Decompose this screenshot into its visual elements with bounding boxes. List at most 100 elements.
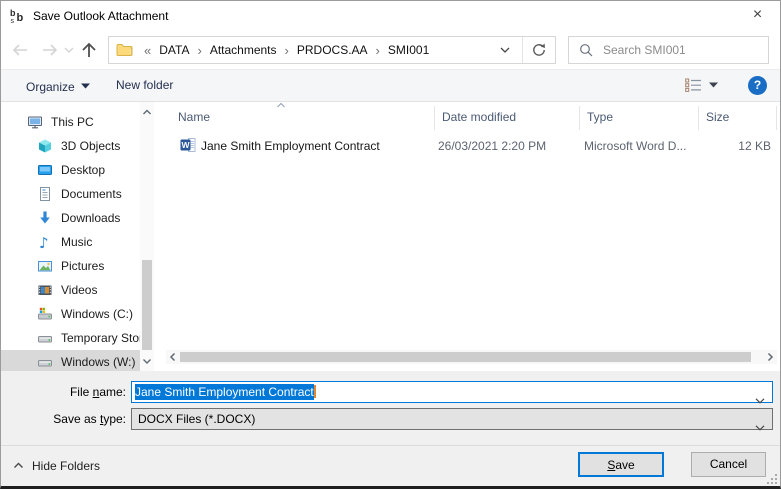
help-button[interactable]: ? (748, 76, 767, 95)
column-header-date-modified[interactable]: Date modified (434, 104, 575, 131)
column-header-size[interactable]: Size (698, 104, 772, 131)
file-name-label: File name: (1, 381, 126, 403)
footer-bar: Hide Folders Save Cancel (1, 445, 780, 486)
3d-objects-icon (37, 138, 53, 154)
horizontal-scrollbar-thumb[interactable] (180, 352, 751, 362)
file-date-cell: 26/03/2021 2:20 PM (438, 135, 578, 158)
sidebar-item-this-pc[interactable]: This PC (1, 110, 140, 134)
sidebar-item-label: This PC (51, 115, 94, 129)
cancel-button[interactable]: Cancel (691, 452, 766, 477)
organize-button[interactable]: Organize (26, 70, 90, 101)
new-folder-button[interactable]: New folder (116, 70, 173, 101)
horizontal-scrollbar[interactable] (166, 350, 777, 364)
details-view-icon (685, 78, 702, 92)
folder-icon (116, 43, 133, 57)
save-button[interactable]: Save (578, 452, 664, 477)
label-text: File (70, 385, 93, 399)
views-button[interactable] (685, 78, 718, 92)
selected-text: Jane Smith Employment Contract (135, 384, 314, 400)
address-dropdown-chevron-icon[interactable] (488, 43, 522, 57)
app-icon: b s b (9, 7, 27, 25)
recent-locations-chevron-icon[interactable] (64, 47, 74, 54)
sidebar-item-label: 3D Objects (61, 139, 120, 153)
breadcrumb-item-data[interactable]: DATA (158, 43, 190, 57)
sidebar-scrollbar-thumb[interactable] (142, 260, 152, 350)
sidebar-item-temporary-storage[interactable]: Temporary Stora (1, 326, 140, 350)
search-placeholder: Search SMI001 (603, 43, 686, 57)
svg-text:b: b (17, 12, 24, 24)
label-text: ype: (103, 412, 126, 426)
svg-text:s: s (11, 18, 15, 25)
sidebar-item-label: Documents (61, 187, 122, 201)
up-icon[interactable] (80, 41, 98, 59)
scroll-down-icon[interactable] (142, 356, 152, 366)
sidebar-item-windows-c[interactable]: Windows (C:) (1, 302, 140, 326)
chevron-up-icon (13, 462, 24, 469)
sidebar-scrollbar[interactable] (140, 102, 154, 371)
sidebar-item-pictures[interactable]: Pictures (1, 254, 140, 278)
search-input[interactable]: Search SMI001 (568, 36, 769, 64)
sidebar-item-label: Videos (61, 283, 97, 297)
word-document-icon: W (180, 137, 196, 153)
breadcrumb-prefix[interactable]: « (137, 43, 158, 58)
forward-icon[interactable] (41, 42, 59, 58)
sidebar-item-downloads[interactable]: Downloads (1, 206, 140, 230)
scroll-right-icon[interactable] (765, 352, 775, 362)
save-as-type-dropdown-icon[interactable] (755, 417, 765, 437)
file-name-input[interactable]: Jane Smith Employment Contract (131, 381, 773, 403)
drive-icon (37, 330, 53, 346)
file-size-cell: 12 KB (698, 135, 771, 158)
file-name-text: Jane Smith Employment Contract (201, 139, 380, 153)
breadcrumb-item-attachments[interactable]: Attachments (209, 43, 278, 57)
sidebar-item-label: Desktop (61, 163, 105, 177)
command-bar: Organize New folder ? (1, 69, 780, 102)
sidebar-item-videos[interactable]: Videos (1, 278, 140, 302)
column-header-type[interactable]: Type (579, 104, 694, 131)
sidebar-item-documents[interactable]: Documents (1, 182, 140, 206)
column-divider[interactable] (776, 106, 777, 130)
save-as-type-select[interactable]: DOCX Files (*.DOCX) (131, 408, 773, 430)
file-type-cell: Microsoft Word D... (584, 135, 696, 158)
navigation-bar: « DATA › Attachments › PRDOCS.AA › SMI00… (1, 31, 780, 69)
sidebar-item-desktop[interactable]: Desktop (1, 158, 140, 182)
label-text: Save as (53, 412, 100, 426)
search-icon (579, 43, 593, 57)
downloads-icon (37, 210, 53, 226)
save-label: ave (615, 458, 634, 472)
videos-icon (37, 282, 53, 298)
file-name-cell[interactable]: W Jane Smith Employment Contract (180, 135, 430, 158)
sidebar-item-3d-objects[interactable]: 3D Objects (1, 134, 140, 158)
sidebar-item-label: Windows (C:) (61, 307, 133, 321)
file-name-dropdown-icon[interactable] (755, 390, 765, 410)
windows-c-drive-icon (37, 306, 53, 322)
pictures-icon (37, 258, 53, 274)
scroll-left-icon[interactable] (168, 352, 178, 362)
breadcrumb-item-prdocs[interactable]: PRDOCS.AA (296, 43, 369, 57)
close-button[interactable]: × (735, 1, 780, 31)
svg-text:b: b (10, 8, 16, 18)
column-header-name[interactable]: Name (170, 104, 430, 131)
selected-type: DOCX Files (*.DOCX) (138, 412, 255, 426)
address-bar[interactable]: « DATA › Attachments › PRDOCS.AA › SMI00… (108, 36, 556, 64)
main-area: This PC 3D Objects Desktop (1, 102, 780, 371)
window-title: Save Outlook Attachment (33, 1, 168, 31)
sidebar-item-label: Windows (W:) (61, 355, 135, 369)
back-icon[interactable] (11, 42, 29, 58)
breadcrumb-separator-icon[interactable]: › (190, 43, 208, 58)
breadcrumb-separator-icon[interactable]: › (369, 43, 387, 58)
desktop-icon (37, 162, 53, 178)
views-dropdown-icon (709, 82, 718, 88)
sidebar-item-label: Music (61, 235, 92, 249)
sidebar-item-windows-w[interactable]: Windows (W:) (1, 350, 140, 371)
file-row[interactable]: W Jane Smith Employment Contract 26/03/2… (166, 135, 777, 158)
breadcrumb-item-smi001[interactable]: SMI001 (387, 43, 430, 57)
scroll-up-icon[interactable] (142, 107, 152, 117)
list-header: Name Date modified Type Size (166, 104, 777, 131)
breadcrumb-separator-icon[interactable]: › (278, 43, 296, 58)
refresh-button[interactable] (523, 37, 555, 63)
hide-folders-button[interactable]: Hide Folders (13, 446, 100, 487)
documents-icon (37, 186, 53, 202)
resize-grip[interactable] (765, 472, 777, 484)
save-as-type-label: Save as type: (1, 408, 126, 430)
sidebar-item-music[interactable]: ♪ Music (1, 230, 140, 254)
